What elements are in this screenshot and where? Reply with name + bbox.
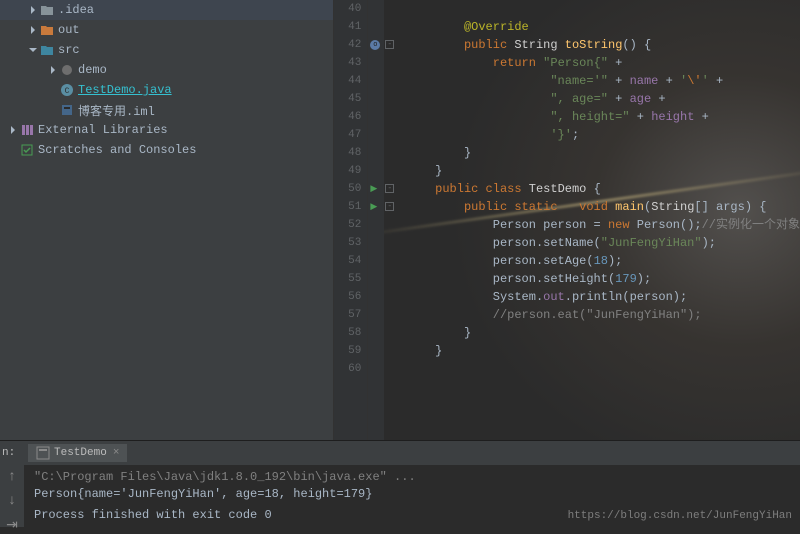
- expand-arrow-icon[interactable]: [28, 45, 38, 55]
- fold-column[interactable]: - - -: [384, 0, 396, 440]
- fold-toggle-icon[interactable]: -: [385, 184, 394, 193]
- tree-label: out: [58, 23, 80, 37]
- code-line[interactable]: ", height=" + height +: [406, 108, 800, 126]
- code-line[interactable]: ", age=" + age +: [406, 90, 800, 108]
- code-line[interactable]: [406, 360, 800, 378]
- tree-item[interactable]: 博客专用.iml: [0, 100, 333, 120]
- code-line[interactable]: person.setAge(18);: [406, 252, 800, 270]
- run-tabbar[interactable]: n: TestDemo ×: [0, 441, 800, 465]
- run-tab-label: TestDemo: [54, 447, 107, 459]
- code-line[interactable]: person.setName("JunFengYiHan");: [406, 234, 800, 252]
- fold-toggle-icon[interactable]: -: [385, 202, 394, 211]
- code-line[interactable]: public String toString() {: [406, 36, 800, 54]
- expand-arrow-icon[interactable]: [8, 125, 18, 135]
- code-area[interactable]: @Override public String toString() { ret…: [396, 0, 800, 440]
- run-gutter-icon[interactable]: ▶: [370, 202, 377, 212]
- gutter-icons[interactable]: o ▶ ▶: [368, 0, 384, 440]
- fold-toggle-icon[interactable]: -: [385, 40, 394, 49]
- code-line[interactable]: person.setHeight(179);: [406, 270, 800, 288]
- line-gutter: 4041424344454647484950515253545556575859…: [334, 0, 368, 440]
- tree-label: Scratches and Consoles: [38, 143, 196, 157]
- code-line[interactable]: public static void main(String[] args) {: [406, 198, 800, 216]
- code-line[interactable]: return "Person{" +: [406, 54, 800, 72]
- code-line[interactable]: Person person = new Person();//实例化一个对象: [406, 216, 800, 234]
- code-line[interactable]: }: [406, 342, 800, 360]
- code-line[interactable]: }: [406, 144, 800, 162]
- code-line[interactable]: @Override: [406, 18, 800, 36]
- tree-item[interactable]: demo: [0, 60, 333, 80]
- tree-label: demo: [78, 63, 107, 77]
- project-tree[interactable]: .idea out src demo C TestDemo.java 博客专用.iml Ext…: [0, 0, 334, 440]
- tree-item[interactable]: Scratches and Consoles: [0, 140, 333, 160]
- expand-arrow-icon[interactable]: [48, 65, 58, 75]
- tree-label: .idea: [58, 3, 94, 17]
- code-line[interactable]: '}';: [406, 126, 800, 144]
- tree-label: src: [58, 43, 80, 57]
- tree-item[interactable]: C TestDemo.java: [0, 80, 333, 100]
- override-gutter-icon[interactable]: o: [370, 40, 380, 50]
- code-line[interactable]: [406, 0, 800, 18]
- code-editor[interactable]: 4041424344454647484950515253545556575859…: [334, 0, 800, 440]
- expand-arrow-icon[interactable]: [28, 5, 38, 15]
- folder-blue-icon: [40, 43, 54, 57]
- tree-label: External Libraries: [38, 123, 168, 137]
- tree-item[interactable]: External Libraries: [0, 120, 333, 140]
- folder-orange-icon: [40, 23, 54, 37]
- folder-gray-icon: [40, 3, 54, 17]
- code-line[interactable]: }: [406, 324, 800, 342]
- pkg-icon: [60, 63, 74, 77]
- run-gutter-icon[interactable]: ▶: [370, 184, 377, 194]
- expand-arrow-icon[interactable]: [28, 25, 38, 35]
- run-tab[interactable]: TestDemo ×: [28, 444, 127, 462]
- code-line[interactable]: "name='" + name + '\'' +: [406, 72, 800, 90]
- code-line[interactable]: }: [406, 162, 800, 180]
- up-icon[interactable]: ↑: [8, 469, 16, 485]
- tree-label: TestDemo.java: [78, 83, 172, 97]
- tree-item[interactable]: .idea: [0, 0, 333, 20]
- lib-icon: [20, 123, 34, 137]
- watermark: https://blog.csdn.net/JunFengYiHan: [568, 510, 792, 522]
- module-icon: [60, 103, 74, 117]
- java-icon: C: [60, 83, 74, 97]
- tree-label: 博客专用.iml: [78, 102, 155, 119]
- svg-text:C: C: [65, 87, 70, 96]
- tree-item[interactable]: out: [0, 20, 333, 40]
- code-line[interactable]: public class TestDemo {: [406, 180, 800, 198]
- console-toolbar[interactable]: ↑ ↓ ⇥: [0, 465, 24, 527]
- code-line[interactable]: //person.eat("JunFengYiHan");: [406, 306, 800, 324]
- code-line[interactable]: System.out.println(person);: [406, 288, 800, 306]
- tree-item[interactable]: src: [0, 40, 333, 60]
- close-icon[interactable]: ×: [113, 447, 120, 459]
- scratch-icon: [20, 143, 34, 157]
- run-config-icon: [36, 446, 50, 460]
- down-icon[interactable]: ↓: [8, 493, 16, 509]
